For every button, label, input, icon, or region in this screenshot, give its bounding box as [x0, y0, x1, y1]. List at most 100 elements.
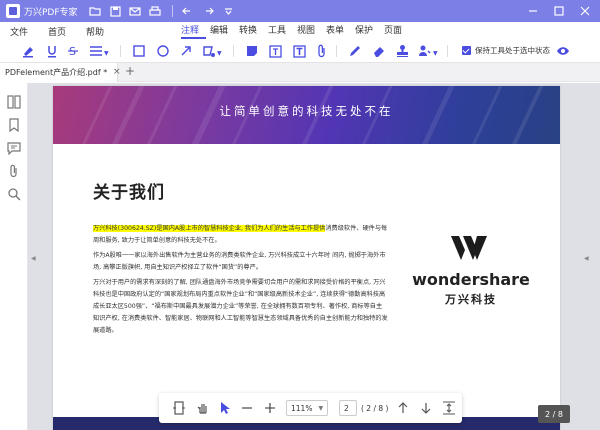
paragraph: 作为A股唯一一家以海外出售软件为主营业务的消费类软件企业, 万兴科技成立十六年时… [93, 250, 388, 274]
tab-form[interactable]: 表单 [326, 23, 351, 39]
page-indicator-badge: 2 / 8 [538, 405, 570, 423]
quickbar-divider [172, 5, 173, 17]
zoom-in-icon[interactable] [262, 400, 278, 416]
toolbar-divider [120, 45, 121, 57]
menu-bar: 文件 首页 帮助 注释 编辑 转换 工具 视图 表单 保护 页面 [0, 22, 600, 40]
app-logo [6, 4, 20, 18]
banner-slogan: 让简单创意的科技无处不在 [219, 104, 394, 118]
tab-protect[interactable]: 保护 [355, 23, 380, 39]
strikethrough-icon[interactable]: S [64, 42, 82, 60]
customize-quickbar-icon[interactable] [219, 3, 237, 19]
zoom-out-icon[interactable] [239, 400, 255, 416]
document-tab[interactable]: PDFelement产品介绍.pdf * [0, 63, 118, 82]
sticky-note-icon[interactable] [243, 42, 261, 60]
underline-icon[interactable] [43, 42, 61, 60]
minimize-icon[interactable] [524, 3, 542, 19]
toolbar-divider [233, 45, 234, 57]
shape-icon[interactable] [200, 42, 218, 60]
close-icon[interactable] [576, 3, 594, 19]
next-page-icon[interactable] [418, 400, 434, 416]
logo-wordmark: wondershare [412, 270, 530, 289]
redo-icon[interactable] [199, 3, 217, 19]
paragraph-text: 万兴对于用户的需求有深刻的了解, 团队通盘海外市场竞争需要切合用户的需和求同接受… [93, 279, 388, 334]
arrow-icon[interactable] [177, 42, 195, 60]
attachment-panel-icon[interactable] [7, 164, 21, 178]
document-tab-title: PDFelement产品介绍.pdf * [5, 68, 108, 77]
text-box-icon[interactable] [266, 42, 284, 60]
page-navigation-bar: 111% ▼ 2 ( 2 / 8 ) [159, 393, 462, 423]
page-count: ( 2 / 8 ) [361, 404, 389, 413]
select-cursor-icon[interactable] [217, 400, 233, 416]
highlighter-icon[interactable] [19, 42, 37, 60]
wondershare-logo: wondershare 万兴科技 [396, 234, 546, 307]
chevron-down-icon[interactable]: ▼ [433, 50, 438, 57]
thumbnails-icon[interactable] [7, 95, 21, 109]
search-icon[interactable] [7, 187, 21, 201]
highlighted-text[interactable]: 万兴科技(300624.SZ)是国内A股上市的智慧科技企业, 我们为人们的生活与… [93, 225, 326, 232]
tab-tools[interactable]: 工具 [268, 23, 293, 39]
paragraph-text: 作为A股唯一一家以海外出售软件为主营业务的消费类软件企业, 万兴科技成立十六年时… [93, 252, 386, 271]
maximize-icon[interactable] [550, 3, 568, 19]
attachment-icon[interactable] [313, 42, 331, 60]
collapse-right-arrow-icon[interactable]: ◀ [584, 255, 589, 262]
page-banner: 让简单创意的科技无处不在 [53, 86, 560, 144]
print-icon[interactable] [146, 3, 164, 19]
pencil-icon[interactable] [346, 42, 364, 60]
close-tab-icon[interactable]: × [113, 67, 121, 77]
tab-convert[interactable]: 转换 [239, 23, 264, 39]
page-number-value: 2 [344, 403, 349, 413]
page-number-input[interactable]: 2 [339, 400, 357, 416]
tab-comment[interactable]: 注释 [181, 23, 206, 39]
collapse-left-arrow-icon[interactable]: ◀ [31, 255, 36, 262]
ellipse-icon[interactable] [154, 42, 172, 60]
zoom-value: 111% [291, 403, 313, 413]
eye-icon[interactable] [554, 42, 572, 60]
keep-tool-label: 保持工具处于选中状态 [475, 46, 550, 55]
paragraph: 万兴科技(300624.SZ)是国内A股上市的智慧科技企业, 我们为人们的生活与… [93, 223, 388, 247]
rectangle-icon[interactable] [130, 42, 148, 60]
undo-icon[interactable] [179, 3, 197, 19]
document-tab-bar: PDFelement产品介绍.pdf * × + [0, 62, 600, 82]
page-body-text: 万兴科技(300624.SZ)是国内A股上市的智慧科技企业, 我们为人们的生活与… [93, 223, 388, 340]
tab-edit[interactable]: 编辑 [210, 23, 235, 39]
keep-tool-selected-checkbox[interactable]: 保持工具处于选中状态 [462, 45, 550, 56]
chevron-down-icon[interactable]: ▼ [104, 50, 109, 57]
eraser-icon[interactable] [370, 42, 388, 60]
text-lines-icon[interactable] [87, 42, 105, 60]
fit-width-icon[interactable] [171, 400, 187, 416]
tab-page[interactable]: 页面 [384, 23, 409, 39]
checkbox-checked-icon[interactable] [462, 46, 471, 55]
toolbar-divider [336, 45, 337, 57]
text-field-icon[interactable] [290, 42, 308, 60]
menu-home[interactable]: 首页 [38, 25, 76, 38]
signature-icon[interactable] [416, 42, 434, 60]
tab-view[interactable]: 视图 [297, 23, 322, 39]
chevron-down-icon: ▼ [318, 404, 324, 412]
stamp-icon[interactable] [393, 42, 411, 60]
mail-icon[interactable] [126, 3, 144, 19]
paragraph: 万兴对于用户的需求有深刻的了解, 团队通盘海外市场竞争需要切合用户的需和求同接受… [93, 277, 388, 337]
page-heading: 关于我们 [93, 183, 165, 203]
left-sidebar [0, 83, 28, 430]
app-title: 万兴PDF专家 [24, 7, 78, 18]
menu-help[interactable]: 帮助 [76, 25, 114, 38]
toolbar-divider [447, 45, 448, 57]
hand-tool-icon[interactable] [195, 400, 211, 416]
wondershare-mark-icon [451, 236, 487, 260]
document-workspace[interactable]: 让简单创意的科技无处不在 关于我们 万兴科技(300624.SZ)是国内A股上市… [28, 83, 600, 430]
previous-page-icon[interactable] [395, 400, 411, 416]
pdf-page: 让简单创意的科技无处不在 关于我们 万兴科技(300624.SZ)是国内A股上市… [53, 86, 560, 430]
bookmark-icon[interactable] [7, 118, 21, 132]
app-window: 万兴PDF专家 文件 首页 帮助 注释 编辑 转换 工具 视图 表单 保护 页面… [0, 0, 600, 430]
comment-icon[interactable] [7, 141, 21, 155]
chevron-down-icon[interactable]: ▼ [217, 50, 222, 57]
window-controls [524, 3, 594, 19]
new-tab-icon[interactable]: + [125, 64, 135, 78]
fit-page-icon[interactable] [441, 400, 457, 416]
open-folder-icon[interactable] [86, 3, 104, 19]
menu-file[interactable]: 文件 [0, 25, 38, 38]
logo-chinese-name: 万兴科技 [445, 293, 497, 306]
save-icon[interactable] [106, 3, 124, 19]
title-bar: 万兴PDF专家 [0, 0, 600, 22]
zoom-select[interactable]: 111% ▼ [286, 400, 328, 416]
